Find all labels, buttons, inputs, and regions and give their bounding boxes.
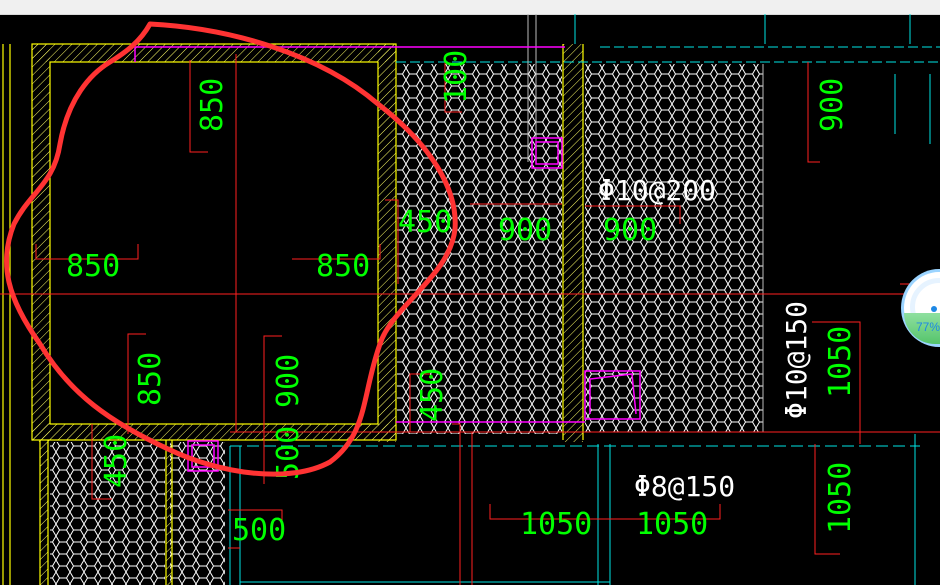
top-toolbar-strip xyxy=(0,0,940,15)
dimension-450-mid: 450 xyxy=(398,205,452,240)
rebar-label-vertical: Φ10@150 xyxy=(780,301,813,419)
dimension-850-top: 850 xyxy=(195,78,230,132)
dimension-1050-b: 1050 xyxy=(636,507,708,542)
dimension-450-lower: 450 xyxy=(415,368,450,422)
dimension-450-left: 450 xyxy=(99,434,134,488)
dimension-1050-right-lower: 1050 xyxy=(823,462,858,534)
cad-drawing-canvas[interactable]: 850 850 850 850 900 450 900 900 900 450 … xyxy=(0,14,940,585)
dimension-500: 500 xyxy=(232,513,286,548)
dimension-1050-right: 1050 xyxy=(823,326,858,398)
rebar-label-bottom: Φ8@150 xyxy=(634,470,735,503)
dimension-1050-a: 1050 xyxy=(520,507,592,542)
dimension-100-top: 100 xyxy=(439,50,474,104)
dimension-850-right: 850 xyxy=(316,249,370,284)
dimension-900-right: 900 xyxy=(815,78,850,132)
gauge-indicator-icon xyxy=(931,306,937,312)
dimension-850-left: 850 xyxy=(66,249,120,284)
gauge-percent-label: 77% xyxy=(916,320,940,334)
dimension-900-bottom: 900 xyxy=(271,354,306,408)
rebar-label-top: Φ10@200 xyxy=(598,174,716,207)
dimension-900-a: 900 xyxy=(498,213,552,248)
dimension-850-bottom: 850 xyxy=(133,352,168,406)
dimension-900-b: 900 xyxy=(603,213,657,248)
